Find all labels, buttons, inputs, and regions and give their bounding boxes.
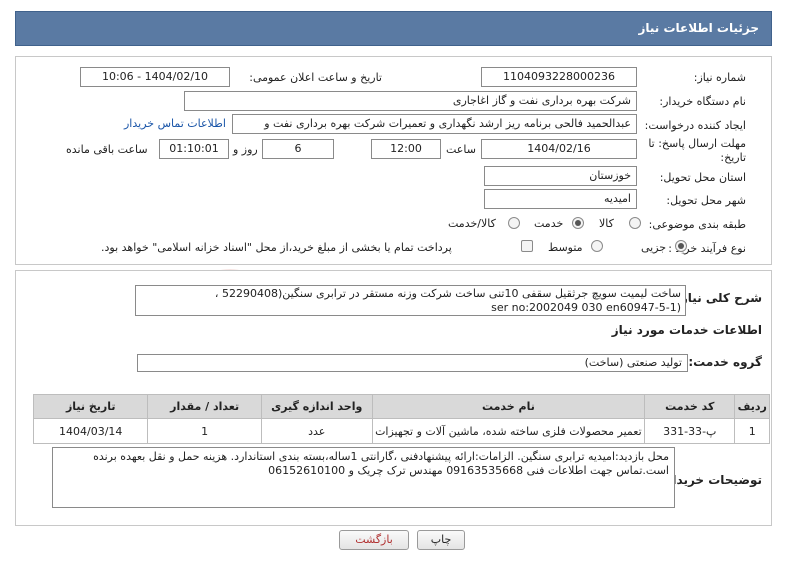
- cell-service-code: پ-33-331: [644, 418, 736, 444]
- col-header-service-code: کد خدمت: [644, 394, 736, 419]
- days-label: روز و: [233, 143, 258, 156]
- col-header-need-date: تاریخ نیاز: [32, 394, 149, 419]
- buyer-org-label: نام دستگاه خریدار:: [659, 95, 746, 108]
- deadline-time-label: ساعت: [446, 143, 476, 156]
- process-radio-minor[interactable]: [675, 240, 687, 252]
- cell-service-name: تعمیر محصولات فلزی ساخته شده، ماشین آلات…: [371, 418, 646, 444]
- announce-date-field: 1404/02/10 - 10:06: [80, 67, 230, 87]
- creator-label: ایجاد کننده درخواست:: [644, 119, 746, 132]
- cell-quantity: 1: [147, 418, 262, 444]
- process-option-medium: متوسط: [548, 241, 583, 254]
- services-table: ردیف کد خدمت نام خدمت واحد اندازه گیری ت…: [32, 394, 770, 444]
- category-option-service: خدمت: [534, 217, 564, 230]
- deadline-time-field: 12:00: [371, 139, 441, 159]
- summary-label: شرح کلی نیاز:: [676, 291, 762, 305]
- col-header-unit: واحد اندازه گیری: [260, 394, 373, 419]
- process-option-minor: جزیی: [641, 241, 667, 254]
- services-heading: اطلاعات خدمات مورد نیاز: [611, 323, 762, 337]
- category-option-goods: کالا: [599, 217, 614, 230]
- table-header-row: ردیف کد خدمت نام خدمت واحد اندازه گیری ت…: [32, 394, 770, 419]
- buyer-contact-link[interactable]: اطلاعات تماس خریدار: [124, 117, 226, 130]
- city-label: شهر محل تحویل:: [666, 194, 746, 207]
- deadline-date-field: 1404/02/16: [481, 139, 637, 159]
- table-row: 1 پ-33-331 تعمیر محصولات فلزی ساخته شده،…: [32, 418, 770, 444]
- buyer-notes-textarea[interactable]: محل بازدید:امیدیه ترابری سنگین. الزامات:…: [52, 447, 675, 508]
- col-header-quantity: تعداد / مقدار: [147, 394, 262, 419]
- remaining-days-field: 6: [262, 139, 334, 159]
- treasury-payment-note: پرداخت تمام یا بخشی از مبلغ خرید،از محل …: [101, 241, 452, 254]
- deadline-label: مهلت ارسال پاسخ: تا تاریخ:: [648, 137, 746, 164]
- category-option-goods-service: کالا/خدمت: [448, 217, 496, 230]
- category-radio-goods[interactable]: [629, 217, 641, 229]
- buyer-org-field: شرکت بهره برداری نفت و گاز اغاجاری: [184, 91, 637, 111]
- cell-row-no: 1: [734, 418, 770, 444]
- summary-line-2: ser no:2002049 030 en60947-5-1): [491, 301, 681, 314]
- need-number-label: شماره نیاز:: [693, 71, 746, 84]
- category-label: طبقه بندی موضوعی:: [648, 218, 746, 231]
- creator-field: عبدالحمید فالحی برنامه ریز ارشد نگهداری …: [232, 114, 637, 134]
- city-field: امیدیه: [484, 189, 637, 209]
- summary-line-1: ساخت لیمیت سویچ جرثقیل سقفی 10تنی ساخت ش…: [214, 287, 681, 300]
- back-button[interactable]: بازگشت: [339, 530, 409, 550]
- cell-unit: عدد: [260, 418, 373, 444]
- need-number-field: 1104093228000236: [481, 67, 637, 87]
- remaining-time-field: 01:10:01: [159, 139, 229, 159]
- category-radio-goods-service[interactable]: [508, 217, 520, 229]
- category-radio-service[interactable]: [572, 217, 584, 229]
- print-button[interactable]: چاپ: [417, 530, 465, 550]
- service-group-field: تولید صنعتی (ساخت): [137, 354, 688, 372]
- summary-textarea[interactable]: ساخت لیمیت سویچ جرثقیل سقفی 10تنی ساخت ش…: [135, 285, 686, 316]
- province-label: استان محل تحویل:: [659, 171, 746, 184]
- province-field: خوزستان: [484, 166, 637, 186]
- cell-need-date: 1404/03/14: [32, 418, 149, 444]
- process-radio-medium[interactable]: [591, 240, 603, 252]
- service-group-label: گروه خدمت:: [688, 355, 762, 369]
- treasury-payment-checkbox[interactable]: [521, 240, 533, 252]
- remaining-time-label: ساعت باقی مانده: [66, 143, 148, 156]
- page-header: جزئیات اطلاعات نیاز: [15, 11, 772, 46]
- page-title: جزئیات اطلاعات نیاز: [638, 21, 759, 35]
- col-header-service-name: نام خدمت: [371, 394, 646, 419]
- col-header-row-no: ردیف: [734, 394, 770, 419]
- buyer-notes-label: توضیحات خریدار:: [660, 473, 762, 487]
- announce-date-label: تاریخ و ساعت اعلان عمومی:: [249, 71, 382, 84]
